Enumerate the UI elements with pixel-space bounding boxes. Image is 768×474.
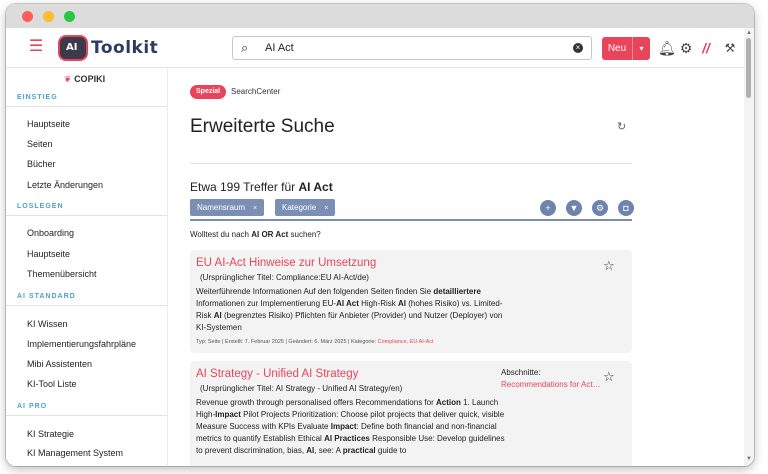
- result-categories[interactable]: Compliance, EU AI-Act: [378, 339, 434, 345]
- close-window-button[interactable]: [22, 11, 33, 22]
- scroll-down-icon[interactable]: ▼: [746, 456, 752, 462]
- sidebar-item-hauptseite-2[interactable]: Hauptseite: [27, 249, 70, 259]
- sidebar-item-seiten[interactable]: Seiten: [27, 139, 53, 149]
- refresh-icon[interactable]: ↻: [617, 120, 626, 133]
- sidebar-item-hauptseite[interactable]: Hauptseite: [27, 119, 70, 129]
- remove-filter-icon[interactable]: ×: [324, 205, 328, 212]
- filter-chip-namensraum[interactable]: Namensraum ×: [190, 199, 265, 216]
- new-button[interactable]: Neu: [602, 37, 632, 60]
- top-navigation: ☰ AI Toolkit ⌕ AI Act × Neu ▾ 🔔︎ ⚙ // ⚒: [6, 28, 754, 68]
- brand-icon: ❦: [64, 74, 72, 84]
- clear-search-icon[interactable]: ×: [573, 43, 583, 53]
- result-original-title: (Ursprünglicher Titel: AI Strategy - Uni…: [200, 384, 403, 393]
- star-icon[interactable]: ☆: [603, 369, 615, 385]
- filter-underline: [190, 219, 632, 221]
- tool-icon[interactable]: ⚒: [722, 39, 738, 57]
- funnel-icon[interactable]: ▼: [566, 200, 582, 216]
- divider: [190, 163, 632, 164]
- result-count: Etwa 199 Treffer für AI Act: [190, 180, 333, 194]
- scrollbar[interactable]: ▲ ▼: [744, 28, 754, 466]
- minimize-window-button[interactable]: [43, 11, 54, 22]
- divider: [6, 215, 167, 216]
- sidebar-item-mibi-assistenten[interactable]: Mibi Assistenten: [27, 359, 92, 369]
- logo-text: Toolkit: [91, 38, 159, 58]
- search-result-card: EU AI-Act Hinweise zur Umsetzung (Ursprü…: [190, 250, 632, 353]
- app-logo[interactable]: AI Toolkit: [58, 34, 158, 62]
- section-einstieg: EINSTIEG: [17, 94, 58, 101]
- sidebar: ❦ COPIKI EINSTIEG Hauptseite Seiten Büch…: [6, 68, 168, 466]
- remove-filter-icon[interactable]: ×: [253, 205, 257, 212]
- search-value: AI Act: [265, 42, 294, 54]
- sidebar-item-ki-wissen[interactable]: KI Wissen: [27, 319, 68, 329]
- gear-icon[interactable]: ⚙: [678, 39, 694, 57]
- filter-chip-kategorie[interactable]: Kategorie ×: [275, 199, 336, 216]
- sidebar-item-themenuebersicht[interactable]: Themenübersicht: [27, 269, 97, 279]
- search-input[interactable]: ⌕ AI Act ×: [232, 36, 592, 60]
- special-page-label: SearchCenter: [231, 87, 281, 96]
- sidebar-item-ki-tool-liste[interactable]: KI-Tool Liste: [27, 379, 77, 389]
- main-content: Spezial SearchCenter Erweiterte Suche ↻ …: [168, 68, 744, 466]
- plus-icon[interactable]: +: [540, 200, 556, 216]
- logo-mark: AI: [58, 35, 88, 61]
- sidebar-item-letzte-aenderungen[interactable]: Letzte Änderungen: [27, 180, 103, 190]
- section-loslegen: LOSLEGEN: [17, 203, 64, 210]
- did-you-mean: Wolltest du nach AI OR Act suchen?: [190, 230, 321, 239]
- sections-link[interactable]: Recommendations for Action: [501, 380, 601, 389]
- hamburger-icon[interactable]: ☰: [26, 37, 46, 57]
- new-dropdown-button[interactable]: ▾: [632, 37, 650, 60]
- result-title-link[interactable]: EU AI-Act Hinweise zur Umsetzung: [196, 257, 376, 269]
- browser-window: ☰ AI Toolkit ⌕ AI Act × Neu ▾ 🔔︎ ⚙ // ⚒ …: [6, 4, 754, 466]
- search-icon: ⌕: [241, 40, 249, 55]
- result-original-title: (Ursprünglicher Titel: Compliance:EU AI-…: [200, 273, 369, 282]
- sidebar-item-buecher[interactable]: Bücher: [27, 159, 56, 169]
- title-bar: [6, 4, 754, 28]
- gear-icon[interactable]: ⚙: [592, 200, 608, 216]
- special-tag[interactable]: Spezial: [190, 85, 227, 99]
- sidebar-item-ki-management-system[interactable]: KI Management System: [27, 448, 123, 458]
- pen-icon[interactable]: //: [698, 39, 714, 57]
- divider: [6, 106, 167, 107]
- divider: [6, 305, 167, 306]
- result-title-link[interactable]: AI Strategy - Unified AI Strategy: [196, 368, 358, 380]
- star-icon[interactable]: ☆: [603, 258, 615, 274]
- maximize-window-button[interactable]: [64, 11, 75, 22]
- divider: [6, 415, 167, 416]
- result-snippet: Weiterführende Informationen Auf den fol…: [196, 287, 503, 332]
- scroll-up-icon[interactable]: ▲: [746, 30, 752, 36]
- section-ai-pro: AI PRO: [17, 403, 48, 410]
- section-ai-standard: AI STANDARD: [17, 293, 76, 300]
- sidebar-item-onboarding[interactable]: Onboarding: [27, 228, 74, 238]
- scrollbar-thumb[interactable]: [746, 38, 751, 98]
- sidebar-item-implementierungsfahrplaene[interactable]: Implementierungsfahrpläne: [27, 339, 136, 349]
- camera-icon[interactable]: ◘: [618, 200, 634, 216]
- result-meta: Typ: Seite | Erstellt: 7. Februar 2025 |…: [196, 339, 434, 345]
- search-result-card: AI Strategy - Unified AI Strategy (Urspr…: [190, 361, 632, 466]
- sections-label: Abschnitte:: [501, 368, 541, 377]
- sidebar-item-ki-strategie[interactable]: KI Strategie: [27, 429, 74, 439]
- page-title: Erweiterte Suche: [190, 116, 335, 137]
- suggestion-link[interactable]: AI OR Act: [251, 230, 288, 239]
- bell-icon[interactable]: 🔔︎: [658, 39, 676, 57]
- brand-label[interactable]: ❦ COPIKI: [64, 74, 105, 85]
- result-snippet: Revenue growth through personalised offe…: [196, 398, 505, 455]
